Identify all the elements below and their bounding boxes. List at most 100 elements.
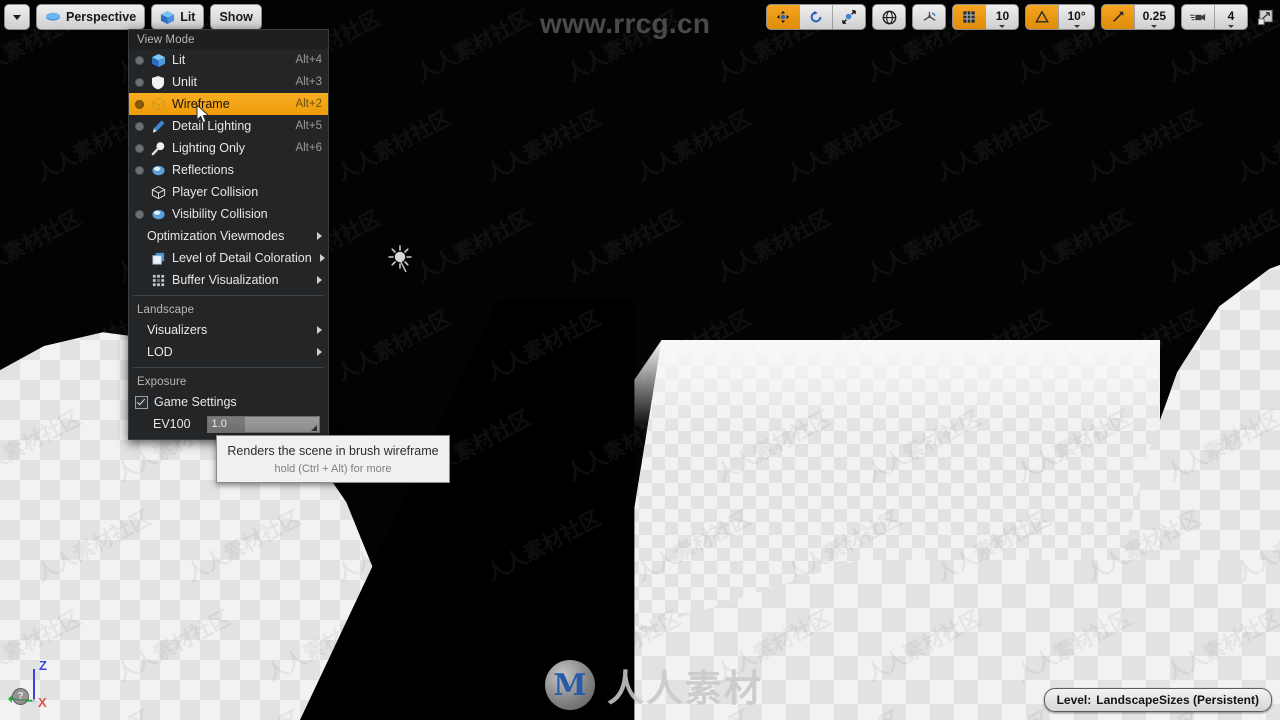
menu-item-lighting-only[interactable]: Lighting Only Alt+6 <box>129 137 328 159</box>
menu-item-label: Game Settings <box>154 395 237 409</box>
radio-indicator <box>135 209 144 219</box>
tooltip-secondary-text: hold (Ctrl + Alt) for more <box>274 463 392 475</box>
surface-snap-button[interactable] <box>913 5 945 29</box>
directional-light-gizmo[interactable] <box>384 243 416 275</box>
translate-mode-button[interactable] <box>767 5 800 29</box>
angle-snap-value[interactable]: 10° <box>1058 5 1093 29</box>
chevron-down-icon <box>1228 25 1234 28</box>
wireframe-icon <box>149 96 167 112</box>
level-status-badge: Level: LandscapeSizes (Persistent) <box>1043 688 1272 712</box>
view-mode-menu[interactable]: View Mode Lit Alt+4 Unlit Alt+3 Wirefram… <box>128 29 329 440</box>
menu-item-shortcut: Alt+4 <box>295 54 322 66</box>
reflections-icon <box>149 162 167 178</box>
menu-item-label: Wireframe <box>172 97 230 111</box>
menu-section-view-mode-header: View Mode <box>129 30 328 49</box>
menu-item-player-collision[interactable]: Player Collision <box>129 181 328 203</box>
menu-item-label: Player Collision <box>172 185 259 199</box>
menu-item-buffer-visualization[interactable]: Buffer Visualization <box>129 269 328 291</box>
menu-separator <box>133 367 324 368</box>
menu-section-exposure-header: Exposure <box>137 376 187 388</box>
viewport-toolbar-left: Perspective Lit Show <box>4 4 262 30</box>
svg-text:Z: Z <box>39 658 47 673</box>
viewport-help-icon[interactable]: ? <box>12 688 29 705</box>
menu-item-unlit[interactable]: Unlit Alt+3 <box>129 71 328 93</box>
radio-indicator <box>135 121 144 131</box>
menu-item-optimization-viewmodes[interactable]: Optimization Viewmodes <box>129 225 328 247</box>
resize-grip-icon <box>311 424 317 431</box>
radio-indicator <box>135 143 144 153</box>
scale-snap-group: 0.25 <box>1100 4 1175 30</box>
chevron-right-icon <box>317 276 322 284</box>
visibility-collision-icon <box>149 206 167 222</box>
menu-item-wireframe[interactable]: Wireframe Alt+2 <box>129 93 328 115</box>
lighting-only-icon <box>149 140 167 156</box>
menu-item-shortcut: Alt+3 <box>295 76 322 88</box>
grid-icon <box>963 11 976 23</box>
svg-text:X: X <box>38 695 47 710</box>
menu-item-visualizers[interactable]: Visualizers <box>129 319 328 341</box>
chevron-right-icon <box>319 254 325 262</box>
radio-indicator <box>135 77 144 87</box>
menu-item-label: Detail Lighting <box>172 119 252 133</box>
viewport-options-button[interactable] <box>4 4 30 30</box>
scale-icon <box>842 10 857 24</box>
watermark-top-url: www.rrcg.cn <box>540 8 711 39</box>
camera-speed-icon-cell[interactable] <box>1182 5 1214 29</box>
menu-item-detail-lighting[interactable]: Detail Lighting Alt+5 <box>129 115 328 137</box>
perspective-label: Perspective <box>66 10 137 24</box>
surface-snap-icon <box>923 11 936 21</box>
game-settings-checkbox[interactable] <box>135 395 148 409</box>
menu-item-reflections[interactable]: Reflections <box>129 159 328 181</box>
surface-snap-group <box>912 4 947 30</box>
camera-perspective-button[interactable]: Perspective <box>36 4 146 30</box>
camera-speed-value[interactable]: 4 <box>1214 5 1247 29</box>
viewport-toolbar-right: 10 10° 0.25 4 <box>766 4 1276 30</box>
menu-item-game-settings[interactable]: Game Settings <box>129 391 328 413</box>
grid-snap-toggle[interactable] <box>953 5 986 29</box>
view-mode-button[interactable]: Lit <box>151 4 205 30</box>
menu-item-label: Unlit <box>172 75 198 89</box>
grid-snap-value[interactable]: 10 <box>985 5 1018 29</box>
scale-mode-button[interactable] <box>832 5 865 29</box>
menu-item-label: Buffer Visualization <box>172 273 279 287</box>
menu-item-visibility-collision[interactable]: Visibility Collision <box>129 203 328 225</box>
menu-item-label: Reflections <box>172 163 234 177</box>
angle-snap-value-label: 10° <box>1067 8 1086 23</box>
wireframe-tooltip: Renders the scene in brush wireframe hol… <box>216 435 450 483</box>
chevron-right-icon <box>317 326 322 334</box>
scale-snap-value[interactable]: 0.25 <box>1133 5 1174 29</box>
show-menu-button[interactable]: Show <box>210 4 262 30</box>
chevron-right-icon <box>317 232 322 240</box>
rotate-mode-button[interactable] <box>799 5 832 29</box>
menu-item-shortcut: Alt+5 <box>295 120 322 132</box>
unlit-shield-icon <box>149 74 167 90</box>
scale-snap-icon <box>1112 11 1123 22</box>
ev100-slider-input[interactable]: 1.0 <box>206 415 320 433</box>
menu-item-lod[interactable]: LOD <box>129 341 328 363</box>
lod-coloration-icon <box>149 250 167 266</box>
scale-snap-toggle[interactable] <box>1101 5 1134 29</box>
menu-item-label: LOD <box>147 345 173 359</box>
menu-item-label: Lit <box>172 53 186 67</box>
chevron-down-icon <box>1151 25 1158 28</box>
radio-indicator-empty <box>135 188 144 197</box>
world-coordinate-button[interactable] <box>873 5 905 29</box>
grid-snap-group: 10 <box>952 4 1020 30</box>
lit-cube-icon <box>161 10 175 24</box>
ev100-value: 1.0 <box>211 418 227 430</box>
chevron-right-icon <box>317 348 322 356</box>
radio-indicator-empty <box>135 276 144 285</box>
menu-item-label: Visibility Collision <box>172 207 268 221</box>
menu-item-label: Level of Detail Coloration <box>172 251 312 265</box>
level-name: LandscapeSizes (Persistent) <box>1096 693 1259 707</box>
maximize-viewport-button[interactable] <box>1254 6 1276 28</box>
menu-item-lod-coloration[interactable]: Level of Detail Coloration <box>129 247 328 269</box>
globe-icon <box>882 10 897 24</box>
tooltip-primary-text: Renders the scene in brush wireframe <box>227 444 439 458</box>
menu-separator <box>133 295 324 296</box>
ev100-row: EV100 1.0 <box>129 413 328 435</box>
menu-item-lit[interactable]: Lit Alt+4 <box>129 49 328 71</box>
menu-section-landscape-header: Landscape <box>137 304 195 316</box>
angle-icon <box>1035 10 1050 23</box>
angle-snap-toggle[interactable] <box>1026 5 1059 29</box>
